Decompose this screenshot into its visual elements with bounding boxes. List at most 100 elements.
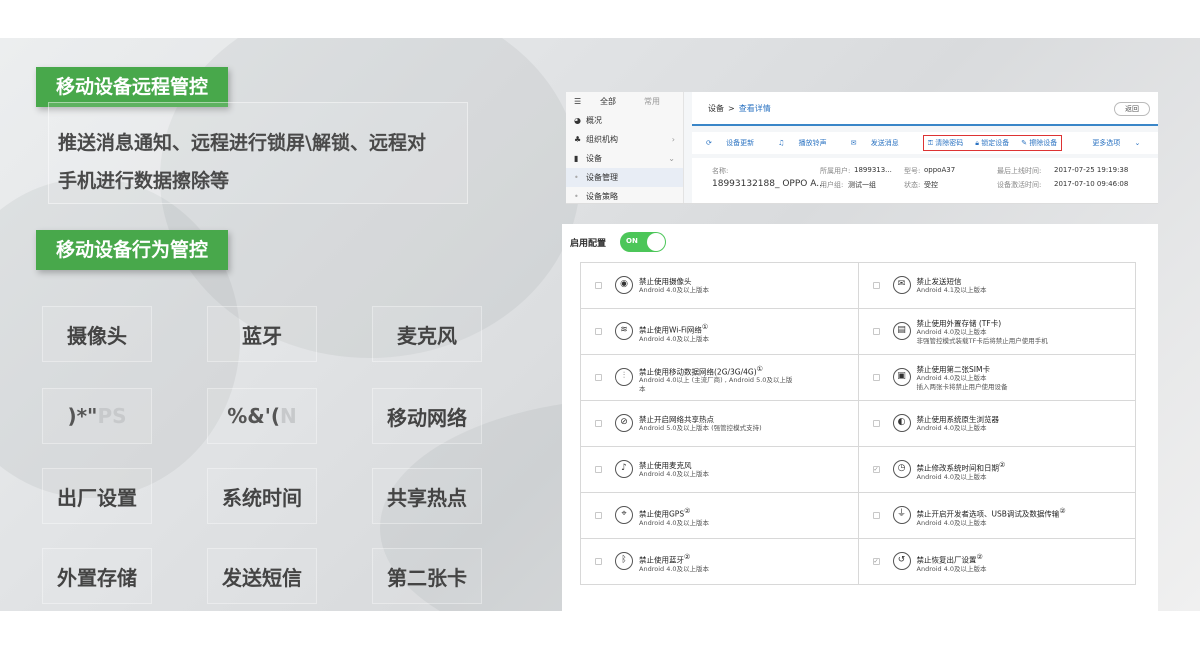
restriction-version: Android 4.0及以上版本 [639,564,710,573]
more-options-label: 更多选项 [1092,139,1121,147]
restriction-text: 禁止使用外置存储 (TF卡) Android 4.0及以上版本 非强管控模式装载TF… [917,319,1048,346]
enable-config-toggle[interactable]: ON [620,232,667,252]
restriction-checkbox[interactable] [595,466,602,473]
usb-icon: ⏚ [892,506,911,524]
device-info: 名称: 18993132188_ OPPO A... 所属用户: 1899313… [692,158,1158,203]
description-line-2: 手机进行数据擦除等 [58,170,230,192]
status-label: 状态: [904,181,921,189]
feature-camera: 摄像头 [42,306,152,362]
wipe-device-button[interactable]: ✎ 擦除设备 [1021,138,1057,148]
sidebar-item-overview[interactable]: ◕ 概况 [566,111,683,130]
feature-hotspot: 共享热点 [372,468,482,524]
restriction-version: Android 4.0及以上版本 [639,518,710,527]
footnote-marker: ② [684,553,691,561]
org-icon: ♣ [574,135,582,144]
restriction-checkbox[interactable] [595,374,602,381]
restriction-title: 禁止开启网络共享热点 [639,415,714,424]
restriction-text: 禁止修改系统时间和日期② Android 4.0及以上版本 [917,461,1006,482]
restriction-checkbox[interactable] [872,328,880,335]
footnote-marker: ② [999,461,1006,469]
restriction-checkbox[interactable] [872,282,880,289]
restriction-checkbox[interactable] [872,512,880,519]
breadcrumb: 设备 > 查看详情 返回 [692,92,1158,126]
clear-password-button[interactable]: ⚿ 清除密码 [928,138,964,148]
feature-send-sms: 发送短信 [207,548,317,604]
restriction-checkbox[interactable] [595,512,602,519]
chat-icon: ✉ [850,139,859,147]
restriction-checkbox[interactable] [595,328,602,335]
tab-common[interactable]: 常用 [644,92,660,111]
wipe-device-label: 擦除设备 [1029,139,1058,147]
sidebar-item-device-management[interactable]: • 设备管理 [566,168,683,187]
wifi-icon: ≋ [615,322,633,340]
restriction-item: ♪ 禁止使用麦克风 Android 4.0及以上版本 [581,447,859,493]
sidebar-item-label: 设备策略 [586,192,618,201]
chevron-right-icon: › [671,135,675,144]
restriction-version: Android 4.0及以上版本 [639,286,710,294]
restriction-text: 禁止使用移动数据网络(2G/3G/4G)① Android 4.0以上 (主流厂商… [639,365,792,395]
sidebar-item-label: 设备管理 [586,173,618,182]
group-value: 测试一组 [848,181,876,189]
sms-icon: ✉ [892,276,911,294]
restriction-version: Android 4.0及以上版本 [639,334,710,343]
restriction-item: ◉ 禁止使用摄像头 Android 4.0及以上版本 [581,263,859,309]
restriction-version: Android 4.0及以上版本 [916,518,987,527]
restriction-checkbox[interactable] [595,420,602,427]
restriction-checkbox[interactable] [872,374,880,381]
name-value: 18993132188_ OPPO A... [712,179,825,189]
restriction-text: 禁止使用系统原生浏览器 Android 4.0及以上版本 [917,415,1000,433]
restriction-item: ▤ 禁止使用外置存储 (TF卡) Android 4.0及以上版本 非强管控模式装载T… [858,309,1136,355]
footnote-marker: ② [1059,507,1066,515]
last-online-label: 最后上线时间: [997,167,1042,175]
footnote-marker: ① [701,323,709,331]
last-online-value: 2017-07-25 19:19:38 [1054,166,1129,174]
sidebar-item-organization[interactable]: ♣ 组织机构 › [566,130,683,149]
feature-wifi-ghost: N [280,404,297,428]
restriction-title: 禁止使用外置存储 (TF卡) [916,318,1002,328]
restriction-item: ≋ 禁止使用Wi-Fi网络① Android 4.0及以上版本 [581,309,859,355]
lock-device-label: 锁定设备 [981,139,1010,147]
restriction-title: 禁止使用Wi-Fi网络① [639,323,709,335]
owner-value: 1899313... [854,166,892,174]
restriction-text: 禁止使用Wi-Fi网络① Android 4.0及以上版本 [639,323,709,344]
restriction-item: ✉ 禁止发送短信 Android 4.1及以上版本 [858,263,1136,309]
back-button[interactable]: 返回 [1114,102,1150,116]
restriction-item: ⫶ 禁止使用移动数据网络(2G/3G/4G)① Android 4.0以上 (主流厂… [581,355,859,401]
group-label: 用户组: [820,181,844,189]
restriction-checkbox[interactable] [595,558,602,565]
restriction-checkbox[interactable] [872,420,880,427]
restriction-version: Android 4.0及以上版本 [916,327,987,336]
lock-device-button[interactable]: 🔒︎ 锁定设备 [975,138,1009,148]
sidebar-item-device[interactable]: ▮ 设备 ⌄ [566,149,683,168]
sidebar-item-label: 设备 [586,154,602,163]
restriction-text: 禁止使用麦克风 Android 4.0及以上版本 [639,461,709,479]
menu-icon[interactable]: ☰ [574,92,586,111]
restriction-row: ♪ 禁止使用麦克风 Android 4.0及以上版本 ✓ ◷ 禁止修改系统时间和日期② An… [581,447,1136,493]
gps-icon: ⌖ [615,506,633,524]
restriction-checkbox[interactable] [595,282,602,289]
feature-gps-garbled: )*" [67,404,98,428]
restriction-checkbox[interactable]: ✓ [872,558,880,565]
breadcrumb-root[interactable]: 设备 [708,103,724,114]
play-ring-button[interactable]: ♫ 播放铃声 [778,138,839,148]
refresh-device-button[interactable]: ⟳ 设备更新 [706,138,766,148]
restriction-row: ≋ 禁止使用Wi-Fi网络① Android 4.0及以上版本 ▤ 禁止使用外置存储 (… [581,309,1136,355]
restriction-title: 禁止使用GPS② [639,507,691,519]
restriction-text: 禁止开启网络共享热点 Android 5.0及以上版本 (强管控模式支持) [639,415,762,433]
bell-icon: ♫ [778,139,787,147]
restriction-item: ◐ 禁止使用系统原生浏览器 Android 4.0及以上版本 [858,401,1136,447]
restriction-title: 禁止使用蓝牙② [639,553,691,565]
sidebar: ☰ 全部 常用 ◕ 概况 ♣ 组织机构 › ▮ 设备 ⌄ • 设备管理 • 设备… [566,92,684,203]
restriction-checkbox[interactable]: ✓ [872,466,880,473]
microphone-icon: ♪ [615,460,633,478]
restriction-row: ⌖ 禁止使用GPS② Android 4.0及以上版本 ⏚ 禁止开启开发者选项、USB调… [581,493,1136,539]
restriction-version: Android 4.0及以上版本 [916,424,987,432]
restriction-item: ⏚ 禁止开启开发者选项、USB调试及数据传输② Android 4.0及以上版本 [858,493,1136,539]
tab-all[interactable]: 全部 [600,92,616,111]
restriction-item: ⊘ 禁止开启网络共享热点 Android 5.0及以上版本 (强管控模式支持) [581,401,859,447]
send-message-button[interactable]: ✉ 发送消息 [851,138,911,148]
restriction-title: 禁止使用系统原生浏览器 [916,415,1000,424]
more-options-button[interactable]: 更多选项 ⌄ [1092,138,1152,148]
camera-icon: ◉ [615,276,633,294]
sidebar-item-device-policy[interactable]: • 设备策略 [566,187,683,203]
